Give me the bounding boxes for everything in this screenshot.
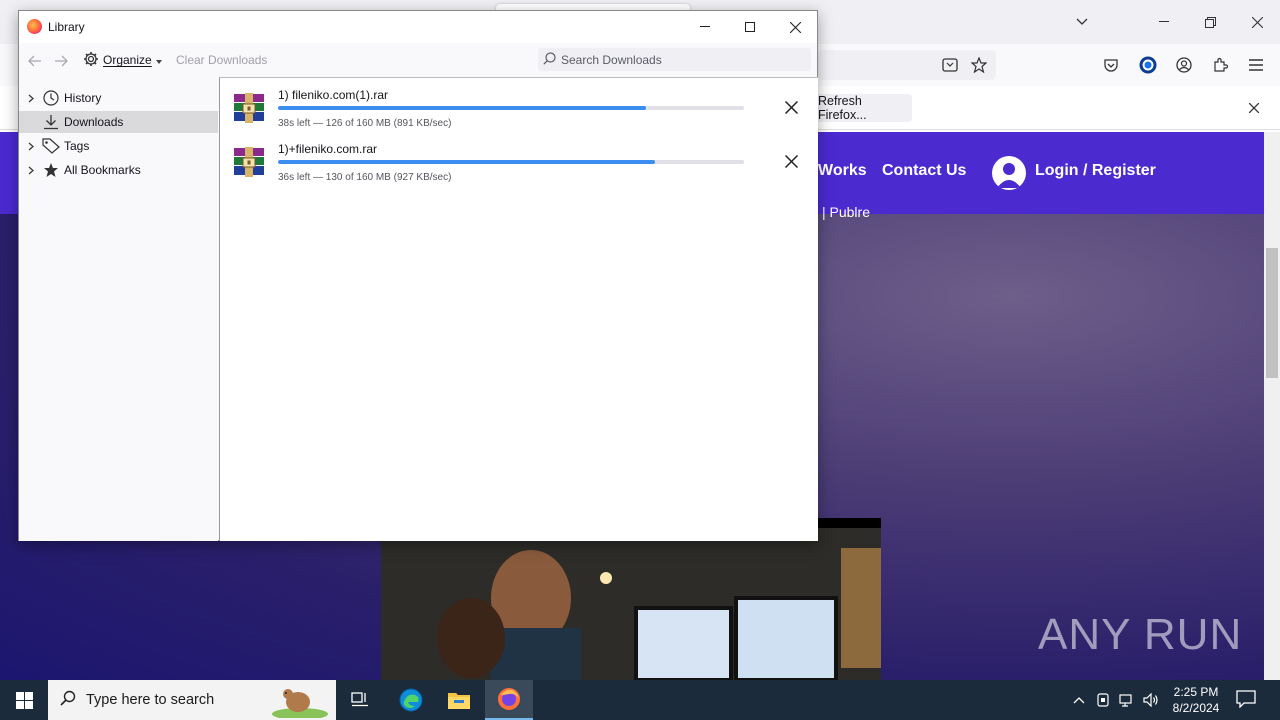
progress-fill — [278, 160, 656, 164]
edge-icon[interactable] — [387, 680, 435, 720]
library-titlebar: Library — [19, 11, 817, 43]
download-status: 38s left — 126 of 160 MB (891 KB/sec) — [278, 118, 452, 129]
download-status: 36s left — 130 of 160 MB (927 KB/sec) — [278, 172, 452, 183]
download-progress-bar — [278, 106, 744, 110]
site-subtext: | Publre — [822, 204, 870, 220]
notification-center-icon[interactable] — [1236, 690, 1258, 710]
library-title: Library — [48, 20, 85, 34]
sidebar-item-all-bookmarks[interactable]: All Bookmarks — [19, 159, 218, 181]
downloads-list: 1) fileniko.com(1).rar 38s left — 126 of… — [219, 77, 818, 541]
network-icon[interactable] — [1119, 692, 1135, 708]
organize-label: Organize — [103, 53, 152, 67]
hero-photo — [381, 518, 881, 680]
taskbar: Type here to search 2:25 PM 8/2/2024 — [0, 680, 1280, 720]
organize-button[interactable]: Organize — [83, 49, 162, 71]
sidebar-item-downloads[interactable]: Downloads — [19, 111, 218, 133]
gear-icon — [83, 51, 99, 70]
firefox-logo-icon — [27, 19, 42, 34]
cancel-download-icon[interactable] — [778, 148, 804, 174]
download-filename: 1) fileniko.com(1).rar — [278, 88, 389, 102]
dropdown-caret-icon — [155, 53, 162, 67]
taskbar-clock[interactable]: 2:25 PM 8/2/2024 — [1166, 684, 1226, 716]
clear-downloads-button[interactable]: Clear Downloads — [176, 53, 267, 67]
notification-close-icon[interactable] — [1242, 96, 1266, 120]
sidebar-item-label: History — [64, 91, 102, 105]
close-icon[interactable] — [1243, 10, 1271, 34]
firefox-taskbar-icon[interactable] — [485, 680, 533, 720]
search-downloads-field[interactable] — [538, 48, 811, 71]
download-progress-bar — [278, 160, 744, 164]
scrollbar-thumb[interactable] — [1266, 248, 1278, 378]
file-explorer-icon[interactable] — [435, 680, 483, 720]
minimize-icon[interactable] — [1150, 10, 1178, 34]
library-window: Library Organize Clear Downloads Search … — [18, 10, 818, 541]
sidebar-item-label: All Bookmarks — [64, 163, 141, 177]
volume-icon[interactable] — [1143, 692, 1159, 708]
clock-time: 2:25 PM — [1173, 685, 1219, 699]
vpn-extension-icon[interactable] — [1136, 53, 1160, 77]
expand-chevron-icon[interactable] — [21, 142, 41, 151]
tag-icon — [41, 137, 61, 155]
tray-app-icon[interactable] — [1095, 692, 1111, 708]
pocket-icon[interactable] — [1099, 53, 1123, 77]
reader-view-icon[interactable] — [938, 53, 962, 77]
winrar-archive-icon — [232, 147, 266, 177]
sidebar-item-label: Tags — [64, 139, 90, 153]
library-close-icon[interactable] — [775, 15, 815, 39]
task-view-icon[interactable] — [336, 680, 384, 720]
search-highlight-illustration — [270, 684, 330, 720]
progress-fill — [278, 106, 647, 110]
tray-overflow-chevron-icon[interactable] — [1071, 692, 1087, 708]
search-icon — [543, 51, 556, 68]
page-scrollbar[interactable] — [1264, 132, 1280, 680]
download-filename: 1)+fileniko.com.rar — [278, 142, 378, 156]
sidebar-item-label: Downloads — [64, 115, 124, 129]
back-arrow-icon[interactable] — [25, 51, 45, 71]
login-register-link[interactable]: Login / Register — [1035, 162, 1156, 180]
restore-icon[interactable] — [1196, 10, 1224, 34]
download-item[interactable]: 1)+fileniko.com.rar 36s left — 130 of 16… — [220, 135, 817, 189]
refresh-firefox-button[interactable]: Refresh Firefox... — [812, 94, 912, 122]
extensions-icon[interactable] — [1208, 53, 1232, 77]
forward-arrow-icon[interactable] — [51, 51, 71, 71]
star-icon — [41, 161, 61, 179]
clock-date: 8/2/2024 — [1172, 701, 1220, 715]
account-icon[interactable] — [1172, 53, 1196, 77]
taskbar-search-placeholder: Type here to search — [86, 692, 215, 708]
anyrun-watermark: ANY RUN — [1038, 610, 1243, 659]
taskbar-search-box[interactable]: Type here to search — [48, 680, 336, 720]
nav-link-works[interactable]: Works — [818, 162, 867, 180]
library-sidebar: History Downloads Tags All Bookmarks — [19, 77, 218, 541]
sidebar-item-tags[interactable]: Tags — [19, 135, 218, 157]
clock-icon — [41, 89, 61, 107]
cancel-download-icon[interactable] — [778, 94, 804, 120]
download-item[interactable]: 1) fileniko.com(1).rar 38s left — 126 of… — [220, 81, 817, 135]
tab-list-chevron-icon[interactable] — [1068, 10, 1096, 34]
sidebar-item-history[interactable]: History — [19, 87, 218, 109]
windows-start-icon[interactable] — [0, 680, 48, 720]
hamburger-menu-icon[interactable] — [1244, 53, 1268, 77]
download-icon — [41, 113, 61, 131]
nav-link-contact[interactable]: Contact Us — [882, 162, 966, 180]
search-icon — [60, 690, 76, 710]
bookmark-star-icon[interactable] — [967, 53, 991, 77]
library-maximize-icon[interactable] — [730, 15, 770, 39]
search-downloads-input[interactable] — [561, 52, 801, 67]
expand-chevron-icon[interactable] — [21, 94, 41, 103]
library-minimize-icon[interactable] — [685, 15, 725, 39]
expand-chevron-icon[interactable] — [21, 166, 41, 175]
user-avatar-icon[interactable] — [992, 156, 1026, 190]
winrar-archive-icon — [232, 93, 266, 123]
